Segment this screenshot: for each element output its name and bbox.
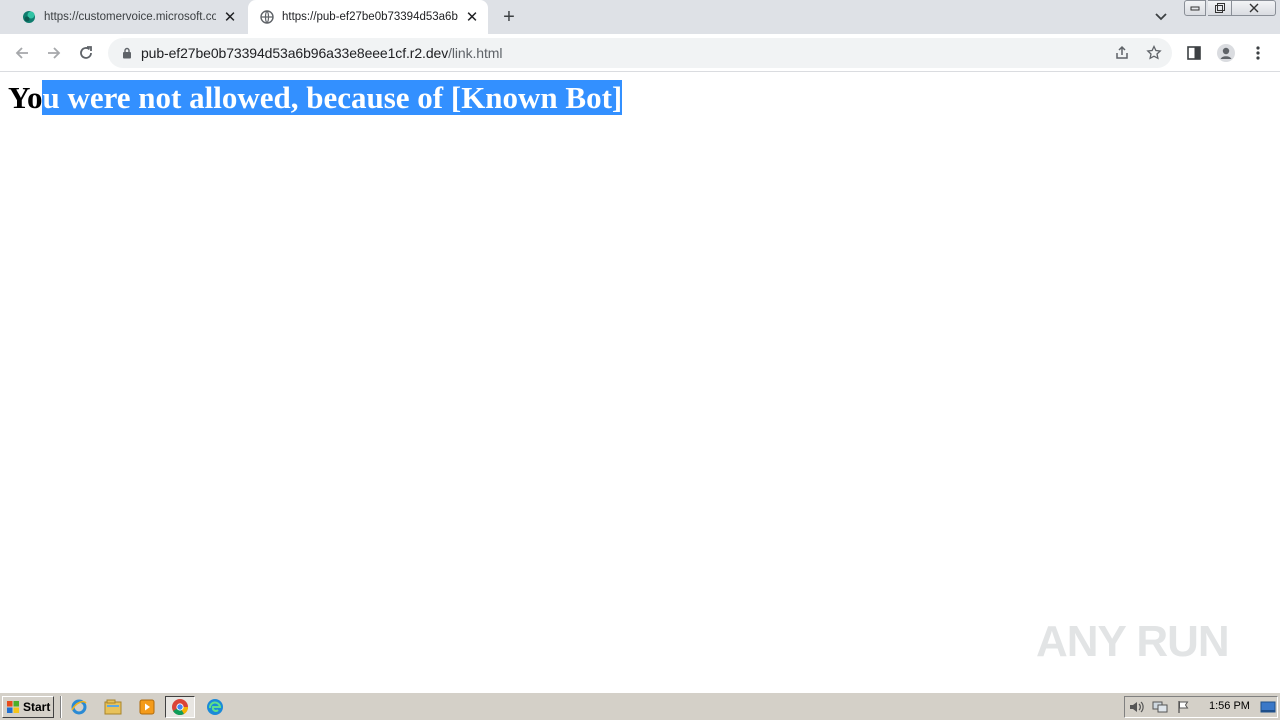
minimize-icon (1190, 6, 1200, 11)
menu-button[interactable] (1244, 39, 1272, 67)
close-window-icon (1249, 3, 1258, 13)
system-tray: 1:56 PM (1124, 696, 1278, 718)
back-button[interactable] (8, 39, 36, 67)
tab-active-link[interactable]: https://pub-ef27be0b73394d53a6b96a33e8ee… (248, 0, 488, 34)
reload-button[interactable] (72, 39, 100, 67)
reload-icon (80, 46, 92, 59)
customervoice-icon (22, 10, 36, 24)
side-panel-icon (1187, 46, 1201, 60)
tab-title: https://pub-ef27be0b73394d53a6b96a33e8ee… (282, 11, 458, 23)
side-panel-button[interactable] (1180, 39, 1208, 67)
show-desktop-icon[interactable] (1259, 699, 1277, 715)
close-window-button[interactable] (1232, 0, 1276, 16)
more-vert-icon (1256, 46, 1260, 60)
start-label: Start (23, 700, 51, 714)
taskbar-separator (60, 696, 62, 718)
media-player-icon[interactable] (136, 697, 158, 717)
tab-strip: https://customervoice.microsoft.com ✕ ht… (0, 0, 1280, 34)
address-bar[interactable]: pub-ef27be0b73394d53a6b96a33e8eee1cf.r2.… (108, 38, 1172, 68)
network-icon[interactable] (1151, 699, 1169, 715)
heading-unselected-text: Yo (8, 80, 43, 115)
anyrun-watermark: ANY RUN (1036, 607, 1236, 677)
restore-icon (1214, 3, 1225, 13)
profile-button[interactable] (1212, 39, 1240, 67)
page-heading: You were not allowed, because of [Known … (8, 80, 623, 116)
tab-title: https://customervoice.microsoft.com (44, 11, 216, 23)
lock-icon[interactable] (120, 46, 134, 60)
heading-selected-text: u were not allowed, because of [Known Bo… (42, 80, 623, 115)
watermark-text: ANY RUN (1036, 617, 1230, 666)
page-content: You were not allowed, because of [Known … (0, 72, 1280, 692)
clock[interactable]: 1:56 PM (1209, 700, 1250, 712)
url-host: pub-ef27be0b73394d53a6b96a33e8eee1cf.r2.… (141, 45, 449, 61)
globe-icon (260, 10, 274, 24)
taskbar: Start 1:56 PM (0, 692, 1280, 720)
profile-avatar-icon (1217, 44, 1235, 62)
start-button[interactable]: Start (2, 696, 54, 718)
url-path: /link.html (448, 45, 503, 61)
edge-icon[interactable] (204, 697, 226, 717)
close-tab-icon[interactable]: ✕ (220, 7, 240, 27)
forward-arrow-icon (48, 47, 61, 59)
close-tab-icon[interactable]: ✕ (462, 7, 482, 27)
restore-button[interactable] (1208, 0, 1232, 16)
chrome-icon[interactable] (165, 696, 195, 718)
url-text[interactable]: pub-ef27be0b73394d53a6b96a33e8eee1cf.r2.… (141, 45, 502, 61)
action-center-flag-icon[interactable] (1175, 699, 1193, 715)
file-explorer-icon[interactable] (102, 697, 124, 717)
back-arrow-icon (15, 47, 28, 59)
bookmark-button[interactable] (1140, 39, 1168, 67)
internet-explorer-icon[interactable] (68, 697, 90, 717)
share-button[interactable] (1108, 39, 1136, 67)
tab-search-chevron-icon[interactable] (1151, 7, 1171, 27)
windows-flag-icon (7, 701, 19, 713)
minimize-button[interactable] (1184, 0, 1206, 16)
share-icon (1116, 45, 1128, 59)
new-tab-button[interactable]: + (497, 5, 521, 29)
volume-icon[interactable] (1127, 699, 1145, 715)
star-icon (1146, 45, 1162, 60)
tab-customervoice[interactable]: https://customervoice.microsoft.com ✕ (8, 0, 246, 34)
browser-toolbar: pub-ef27be0b73394d53a6b96a33e8eee1cf.r2.… (0, 34, 1280, 72)
forward-button[interactable] (40, 39, 68, 67)
